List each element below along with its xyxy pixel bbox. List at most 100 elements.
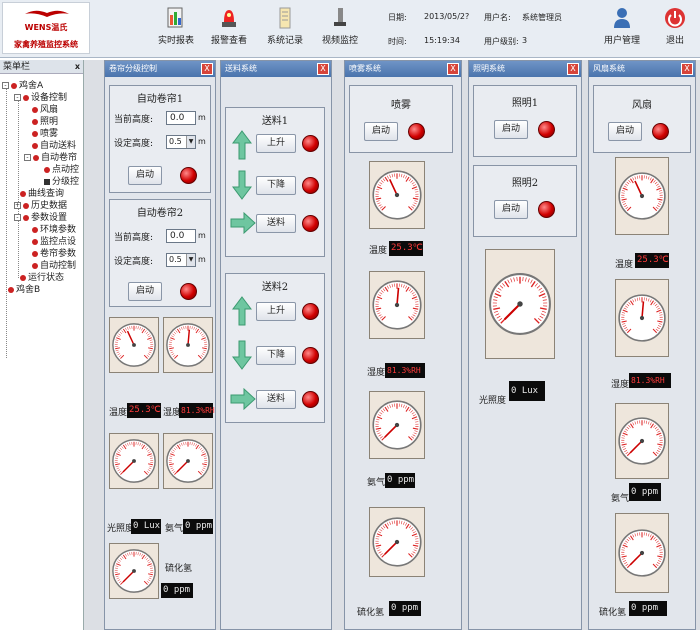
feed2-title: 送料2 [261, 282, 289, 293]
curtain2-title: 自动卷帘2 [136, 208, 184, 219]
dial-face-icon [372, 170, 422, 220]
curtain2-set-select[interactable]: 0.5 ▼ [166, 253, 196, 267]
curtain2-current-value: 0.0 [166, 229, 196, 243]
lighting-system-window: 照明系统 X 照明1 启动 照明2 启动 光照度 0 Lux [468, 60, 582, 630]
feed1-title: 送料1 [261, 116, 289, 127]
feed2-group: 送料2 上升 下降 送料 [225, 273, 325, 423]
fan-h2s-label: 硫化氢 [599, 608, 627, 618]
lighting-close-icon[interactable]: X [567, 63, 579, 75]
curtain1-set-label: 设定高度: [114, 139, 154, 149]
tree-node-house-a[interactable]: - 鸡舍A [2, 81, 43, 92]
spray-group: 喷雾 启动 [349, 85, 453, 153]
feed1-up-button[interactable]: 上升 [256, 134, 296, 153]
curtain-light-display: 0 Lux [131, 519, 161, 534]
tree-node-grade-control[interactable]: 分级控 [44, 177, 79, 188]
curtain-temp-gauge [109, 317, 159, 373]
curtain-close-icon[interactable]: X [201, 63, 213, 75]
tree-node-house-b[interactable]: 鸡舍B [8, 285, 40, 296]
fan-system-window: 风扇系统 X 风扇 启动 温度 25.3℃ 湿度 81.3%RH 氨气 0 ppm… [588, 60, 696, 630]
spray-temp-label: 温度 [369, 246, 388, 256]
curtain1-set-select[interactable]: 0.5 ▼ [166, 135, 196, 149]
fan-temp-label: 温度 [615, 260, 634, 270]
curtain2-status-led [180, 283, 197, 300]
realtime-report-button[interactable]: 实时报表 [156, 4, 196, 54]
report-icon [167, 7, 183, 28]
light2-title: 照明2 [511, 178, 539, 189]
curtain1-title: 自动卷帘1 [136, 94, 184, 105]
feed1-feed-button[interactable]: 送料 [256, 214, 296, 233]
tree-node-device-control[interactable]: - 设备控制 [14, 93, 67, 104]
arrow-down-icon [232, 170, 252, 200]
user-management-button[interactable]: 用户管理 [602, 4, 642, 54]
spray-ammonia-label: 氨气 [367, 478, 386, 488]
feed1-down-button[interactable]: 下降 [256, 176, 296, 195]
video-monitor-button[interactable]: 视频监控 [318, 4, 362, 54]
fan-start-button[interactable]: 启动 [608, 122, 642, 141]
tree-node-history[interactable]: + 历史数据 [14, 201, 67, 212]
dial-face-icon [166, 439, 210, 483]
tree-node-fan[interactable]: 风扇 [32, 105, 58, 116]
tree-node-params[interactable]: - 参数设置 [14, 213, 67, 224]
dial-face-icon [166, 323, 210, 367]
video-monitor-label: 视频监控 [321, 36, 358, 46]
fan-close-icon[interactable]: X [681, 63, 693, 75]
feed-window-titlebar[interactable]: 送料系统 X [221, 61, 331, 77]
curtain-h2s-label: 硫化氢 [165, 564, 193, 574]
spray-close-icon[interactable]: X [447, 63, 459, 75]
tree-node-auto-feed[interactable]: 自动送料 [32, 141, 76, 152]
fan-ammonia-label: 氨气 [611, 494, 630, 504]
fan-humidity-gauge [615, 279, 669, 357]
curtain1-status-led [180, 167, 197, 184]
feed2-down-led [302, 347, 319, 364]
tree-node-auto-curtain[interactable]: - 自动卷帘 [24, 153, 77, 164]
tree-node-run-status[interactable]: 运行状态 [20, 273, 64, 284]
feed-close-icon[interactable]: X [317, 63, 329, 75]
spray-start-button[interactable]: 启动 [364, 122, 398, 141]
curtain-h2s-display: 0 ppm [161, 583, 193, 598]
time-value: 15:19:34 [424, 36, 460, 45]
lighting-window-titlebar[interactable]: 照明系统 X [469, 61, 581, 77]
spray-ammonia-display: 0 ppm [385, 473, 415, 488]
light1-start-button[interactable]: 启动 [494, 120, 528, 139]
tree-node-curve-query[interactable]: 曲线查询 [20, 189, 64, 200]
curtain2-start-button[interactable]: 启动 [128, 282, 162, 301]
alarm-view-button[interactable]: 报警查看 [208, 4, 250, 54]
spray-system-window: 喷雾系统 X 喷雾 启动 温度 25.3℃ 湿度 81.3%RH 氨气 0 ppm… [344, 60, 462, 630]
feed2-down-button[interactable]: 下降 [256, 346, 296, 365]
system-record-label: 系统记录 [266, 36, 303, 46]
system-record-button[interactable]: 系统记录 [264, 4, 306, 54]
curtain-control-window: 卷帘分级控制 X 自动卷帘1 当前高度: 0.0 m 设定高度: 0.5 ▼ m 启… [104, 60, 216, 630]
tree-node-auto-control[interactable]: 自动控制 [32, 261, 76, 272]
dial-face-icon [618, 417, 666, 465]
logo: WENS温氏 家禽养殖监控系统 [2, 2, 90, 54]
feed2-up-button[interactable]: 上升 [256, 302, 296, 321]
tree-node-env-params[interactable]: 环境参数 [32, 225, 76, 236]
spray-window-titlebar[interactable]: 喷雾系统 X [345, 61, 461, 77]
tree-node-lighting[interactable]: 照明 [32, 117, 58, 128]
menu-close-icon[interactable]: x [75, 60, 80, 74]
username-value: 系统管理员 [522, 13, 562, 22]
tree-node-spray[interactable]: 喷雾 [32, 129, 58, 140]
tree-node-monitor-points[interactable]: 监控点设 [32, 237, 76, 248]
tree-node-jog-control[interactable]: 点动控 [44, 165, 79, 176]
light-lux-display: 0 Lux [509, 381, 545, 401]
brand-name: WENS温氏 [24, 23, 68, 32]
feed1-up-led [302, 135, 319, 152]
exit-button[interactable]: 退出 [660, 4, 690, 54]
tree-node-curtain-params[interactable]: 卷帘参数 [32, 249, 76, 260]
curtain1-start-button[interactable]: 启动 [128, 166, 162, 185]
feed2-feed-button[interactable]: 送料 [256, 390, 296, 409]
feed2-feed-led [302, 391, 319, 408]
alarm-view-label: 报警查看 [210, 36, 247, 46]
fan-h2s-display: 0 ppm [629, 601, 667, 616]
curtain-light-gauge [109, 433, 159, 489]
light2-start-button[interactable]: 启动 [494, 200, 528, 219]
date-label: 日期: [388, 13, 407, 22]
spray-temp-gauge [369, 161, 425, 229]
curtain-ammonia-gauge [163, 433, 213, 489]
curtain-temp-label: 温度 [109, 408, 128, 418]
fan-window-titlebar[interactable]: 风扇系统 X [589, 61, 695, 77]
fan-h2s-gauge [615, 513, 669, 593]
spray-humidity-label: 湿度 [367, 368, 386, 378]
curtain-window-titlebar[interactable]: 卷帘分级控制 X [105, 61, 215, 77]
